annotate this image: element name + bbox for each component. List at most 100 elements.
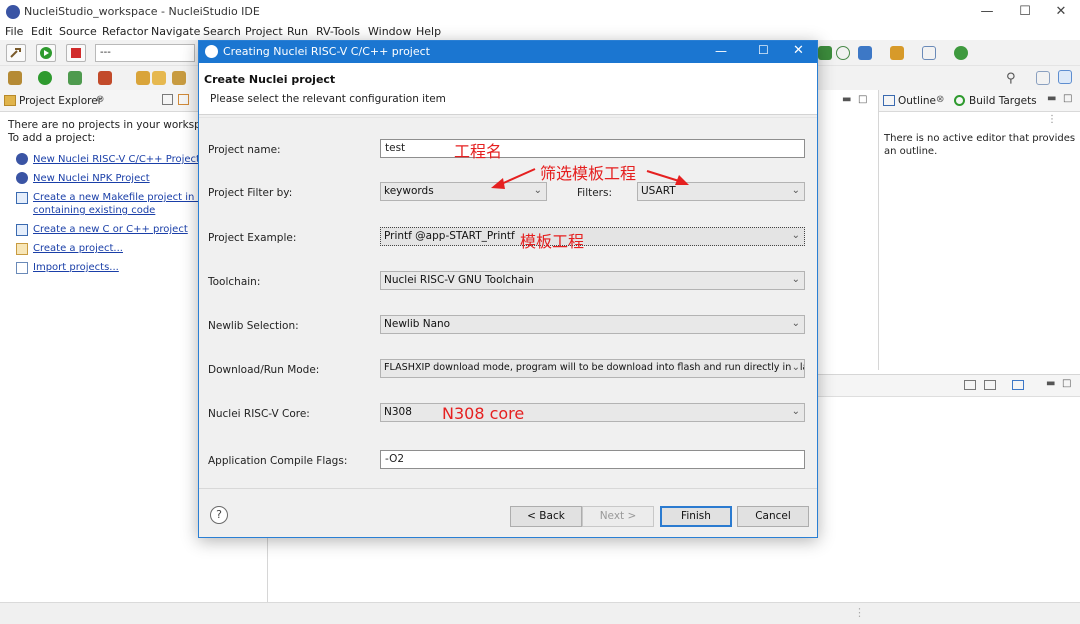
open-perspective-icon[interactable] [1036,71,1050,85]
chevron-down-icon: ⌄ [791,318,800,329]
download-mode-select[interactable]: FLASHXIP download mode, program will to … [380,359,805,378]
run-icon[interactable] [38,71,52,85]
menu-window[interactable]: Window [368,25,411,38]
menu-help[interactable]: Help [416,25,441,38]
menu-refactor[interactable]: Refactor [102,25,148,38]
chevron-down-icon: ⌄ [791,274,800,285]
project-explorer-folder-icon [4,95,16,106]
launch-stop-icon[interactable] [66,44,86,62]
filter-arrow-left-icon [491,168,536,189]
no-outline-message: There is no active editor that provides … [884,133,1076,157]
maximize-view-icon[interactable]: □ [858,94,867,105]
project-example-value: Printf @app-START_Printf [384,230,515,242]
menu-bar: File Edit Source Refactor Navigate Searc… [0,24,1080,40]
compile-flags-label: Application Compile Flags: [208,455,348,467]
menu-search[interactable]: Search [203,25,241,38]
menu-file[interactable]: File [5,25,23,38]
coverage-icon[interactable] [68,71,82,85]
link-with-editor-icon[interactable] [178,94,189,105]
c-project-icon [16,224,28,236]
project-example-select[interactable]: Printf @app-START_Printf ⌄ [380,227,805,246]
debug-bug-icon[interactable] [8,71,22,85]
window-titlebar: NucleiStudio_workspace - NucleiStudio ID… [0,0,1080,24]
maximize-view-icon[interactable]: □ [1062,378,1071,389]
tab-close-icon[interactable]: ⊗ [96,94,104,105]
create-makefile-project-link-line2[interactable]: containing existing code [33,205,155,216]
project-filter-value: keywords [384,185,434,197]
empty-workspace-text: There are no projects in your workspace. [8,119,223,131]
compile-flags-input[interactable]: -O2 [380,450,805,469]
minimize-view-icon[interactable]: ▬ [1046,378,1055,389]
dialog-minimize-button[interactable]: — [715,44,727,58]
new-nuclei-npk-project-link[interactable]: New Nuclei NPK Project [33,173,150,184]
open-type-icon[interactable] [152,71,166,85]
project-name-input[interactable]: test [380,139,805,158]
finish-button[interactable]: Finish [660,506,732,527]
download-mode-label: Download/Run Mode: [208,364,320,376]
search-icon[interactable]: ⚲ [1006,71,1016,86]
newlib-select[interactable]: Newlib Nano ⌄ [380,315,805,334]
display-icon[interactable] [984,380,996,390]
toolbar-file-icon[interactable] [922,46,936,60]
help-icon[interactable]: ? [210,506,228,524]
chevron-down-icon: ⌄ [791,185,800,196]
minimize-button[interactable]: — [968,0,1006,24]
menu-run[interactable]: Run [287,25,308,38]
footer-divider [199,488,817,489]
toolchain-value: Nuclei RISC-V GNU Toolchain [384,274,534,286]
tab-build-targets[interactable]: Build Targets [969,95,1037,107]
tab-close-icon[interactable]: ⊗ [936,94,944,105]
create-c-cpp-project-link[interactable]: Create a new C or C++ project [33,224,188,235]
example-annotation: 模板工程 [520,232,585,251]
chevron-down-icon: ⌄ [791,230,800,241]
new-nuclei-riscv-project-link[interactable]: New Nuclei RISC-V C/C++ Project [33,154,200,165]
nuclei-logo-icon [16,153,28,165]
newlib-value: Newlib Nano [384,318,451,330]
console-icon[interactable] [964,380,976,390]
menu-navigate[interactable]: Navigate [151,25,200,38]
toolbar-save-icon[interactable] [818,46,832,60]
toolchain-select[interactable]: Nuclei RISC-V GNU Toolchain ⌄ [380,271,805,290]
menu-project[interactable]: Project [245,25,283,38]
create-makefile-project-link[interactable]: Create a new Makefile project in a d [33,192,213,203]
core-annotation: N308 core [442,404,525,423]
maximize-view-icon[interactable]: □ [1063,93,1072,104]
next-button[interactable]: Next > [582,506,654,527]
open-folder-icon[interactable] [136,71,150,85]
outline-icon [883,95,895,106]
launch-config-select[interactable]: --- [95,44,195,62]
dialog-header-subtitle: Please select the relevant configuration… [210,93,446,105]
dialog-maximize-button[interactable]: ☐ [758,43,769,57]
minimize-view-icon[interactable]: ▬ [842,94,851,105]
toolbar-class-icon[interactable] [890,46,904,60]
launch-run-icon[interactable] [36,44,56,62]
filter-annotation: 筛选模板工程 [540,164,637,183]
c-cpp-perspective-icon[interactable] [1058,70,1072,84]
menu-rv-tools[interactable]: RV-Tools [316,25,360,38]
create-project-link[interactable]: Create a project... [33,243,123,254]
cancel-button[interactable]: Cancel [737,506,809,527]
filter-arrow-right-icon [646,170,689,185]
toolbar-go-icon[interactable] [954,46,968,60]
menu-edit[interactable]: Edit [31,25,52,38]
external-tools-icon[interactable] [98,71,112,85]
annotation-icon[interactable] [172,71,186,85]
tab-project-explorer[interactable]: Project Explorer [19,95,102,107]
collapse-all-icon[interactable] [162,94,173,105]
import-icon [16,262,28,274]
back-button[interactable]: < Back [510,506,582,527]
outline-menu-icon[interactable]: ⋮ [1047,114,1057,125]
toolbar-new-icon[interactable] [858,46,872,60]
minimize-view-icon[interactable]: ▬ [1047,93,1056,104]
open-console-icon[interactable] [1012,380,1024,390]
tab-outline[interactable]: Outline [898,95,936,107]
menu-source[interactable]: Source [59,25,97,38]
build-hammer-icon[interactable] [6,44,26,62]
close-button[interactable]: ✕ [1042,0,1080,24]
filters-label: Filters: [577,187,613,199]
import-projects-link[interactable]: Import projects... [33,262,119,273]
maximize-button[interactable]: ☐ [1006,0,1044,24]
core-value: N308 [384,406,412,418]
toolbar-target-icon[interactable] [836,46,850,60]
dialog-close-button[interactable]: ✕ [793,43,804,58]
